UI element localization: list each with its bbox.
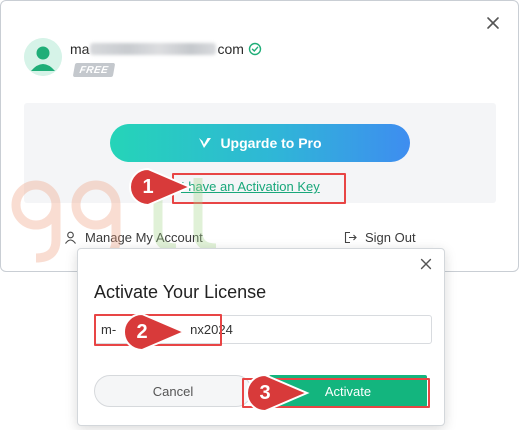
license-value-end: nx2024 xyxy=(190,322,233,337)
user-avatar-icon xyxy=(24,38,62,76)
close-icon[interactable] xyxy=(484,14,502,32)
plan-badge: FREE xyxy=(72,63,116,77)
upgrade-to-pro-button[interactable]: Upgarde to Pro xyxy=(110,124,410,162)
activate-button[interactable]: Activate xyxy=(269,375,427,407)
cancel-button[interactable]: Cancel xyxy=(94,375,252,407)
sign-out-icon xyxy=(344,231,357,244)
v-logo-icon xyxy=(198,137,212,149)
verified-badge-icon xyxy=(248,42,262,56)
manage-account-label: Manage My Account xyxy=(85,229,203,245)
dialog-title: Activate Your License xyxy=(94,282,267,302)
account-email: ma com xyxy=(70,41,262,57)
manage-account-link[interactable]: Manage My Account xyxy=(64,229,203,245)
account-panel: ma com FREE Upgarde to Pro I have an Act… xyxy=(0,0,519,272)
sign-out-label: Sign Out xyxy=(365,229,416,245)
email-redaction xyxy=(90,43,217,55)
license-key-input[interactable]: m- nx2024 xyxy=(94,315,432,344)
email-prefix: ma xyxy=(70,41,90,57)
upgrade-label: Upgarde to Pro xyxy=(220,135,322,151)
sign-out-link[interactable]: Sign Out xyxy=(344,229,416,245)
activate-license-dialog: Activate Your License m- nx2024 Cancel A… xyxy=(77,248,445,426)
license-value-start: m- xyxy=(101,322,117,337)
email-suffix: com xyxy=(217,41,244,57)
close-icon[interactable] xyxy=(418,256,434,272)
activation-key-link[interactable]: I have an Activation Key xyxy=(181,179,320,194)
person-icon xyxy=(64,231,77,244)
